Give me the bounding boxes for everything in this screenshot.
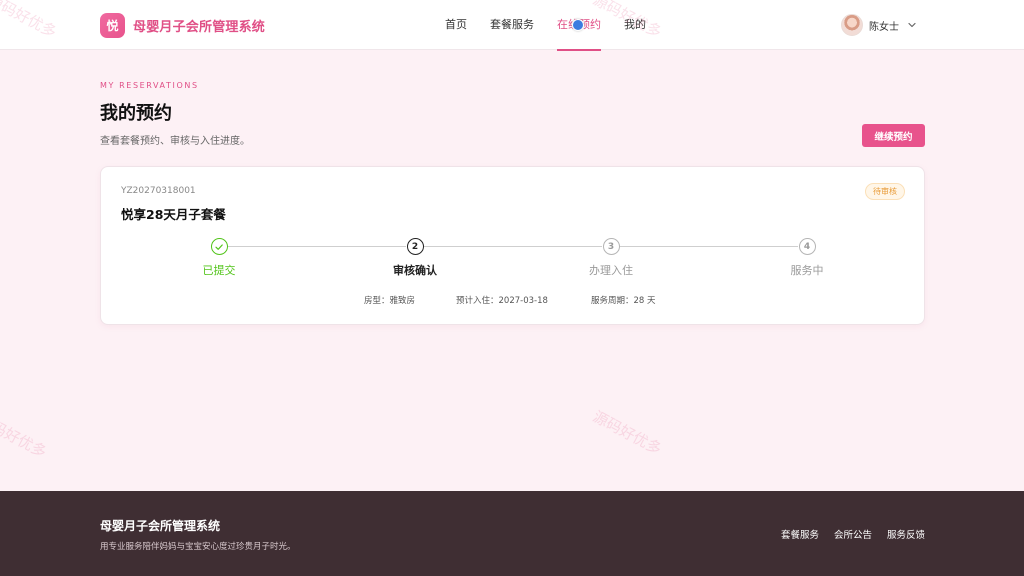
step-2-label: 审核确认 xyxy=(393,264,437,277)
step-4-indicator: 4 xyxy=(798,238,816,255)
step-1-check-icon xyxy=(210,238,228,255)
footer-links: 套餐服务 会所公告 服务反馈 xyxy=(766,527,925,541)
page-eyebrow: MY RESERVATIONS xyxy=(100,81,199,90)
progress-steps: 2 3 4 已提交 审核确认 办理入住 服务中 xyxy=(101,237,926,282)
nav-item-home[interactable]: 首页 xyxy=(445,0,467,50)
check-icon xyxy=(215,243,223,250)
footer: 母婴月子会所管理系统 用专业服务陪伴妈妈与宝宝安心度过珍贵月子时光。 套餐服务 … xyxy=(0,491,1024,576)
step-connector xyxy=(424,246,602,247)
checkin-date: 预计入住：2027-03-18 xyxy=(456,296,548,306)
service-period: 服务周期：28 天 xyxy=(591,296,656,306)
step-3-indicator: 3 xyxy=(602,238,620,255)
top-header: 悦 母婴月子会所管理系统 首页 套餐服务 在线预约 我的 陈女士 xyxy=(0,0,1024,51)
reservation-card[interactable]: YZ20270318001 悦享28天月子套餐 待审核 2 3 4 已提交 审核… xyxy=(100,166,925,325)
brand-name: 母婴月子会所管理系统 xyxy=(133,19,266,35)
step-2-indicator: 2 xyxy=(406,238,424,255)
footer-link-feedback[interactable]: 服务反馈 xyxy=(887,527,925,541)
brand-logo: 悦 xyxy=(100,12,125,38)
order-number: YZ20270318001 xyxy=(121,186,196,196)
watermark: 源码好优多 xyxy=(589,407,665,459)
page-subtitle: 查看套餐预约、审核与入住进度。 xyxy=(100,136,250,147)
footer-link-packages[interactable]: 套餐服务 xyxy=(781,527,819,541)
nav-item-mine[interactable]: 我的 xyxy=(624,0,646,50)
step-1-label: 已提交 xyxy=(202,264,236,277)
chevron-down-icon xyxy=(908,22,916,28)
brand[interactable]: 悦 母婴月子会所管理系统 xyxy=(100,12,265,38)
step-connector xyxy=(620,246,798,247)
main-nav: 首页 套餐服务 在线预约 我的 xyxy=(445,0,669,51)
footer-link-announcements[interactable]: 会所公告 xyxy=(834,527,872,541)
watermark: 源码好优多 xyxy=(0,410,50,462)
step-4-label: 服务中 xyxy=(790,264,824,277)
room-type: 房型：雅致房 xyxy=(364,296,416,306)
footer-title: 母婴月子会所管理系统 xyxy=(100,519,221,533)
user-name: 陈女士 xyxy=(869,21,899,33)
avatar xyxy=(841,14,863,36)
mouse-cursor-icon xyxy=(572,19,584,31)
status-badge: 待审核 xyxy=(865,183,905,200)
step-connector xyxy=(228,246,406,247)
nav-item-packages[interactable]: 套餐服务 xyxy=(490,0,534,50)
continue-reservation-button[interactable]: 继续预约 xyxy=(862,124,925,147)
footer-description: 用专业服务陪伴妈妈与宝宝安心度过珍贵月子时光。 xyxy=(100,542,296,552)
step-3-label: 办理入住 xyxy=(589,264,633,277)
user-menu[interactable]: 陈女士 xyxy=(841,13,917,37)
page-title: 我的预约 xyxy=(100,103,172,124)
package-name: 悦享28天月子套餐 xyxy=(121,207,226,222)
